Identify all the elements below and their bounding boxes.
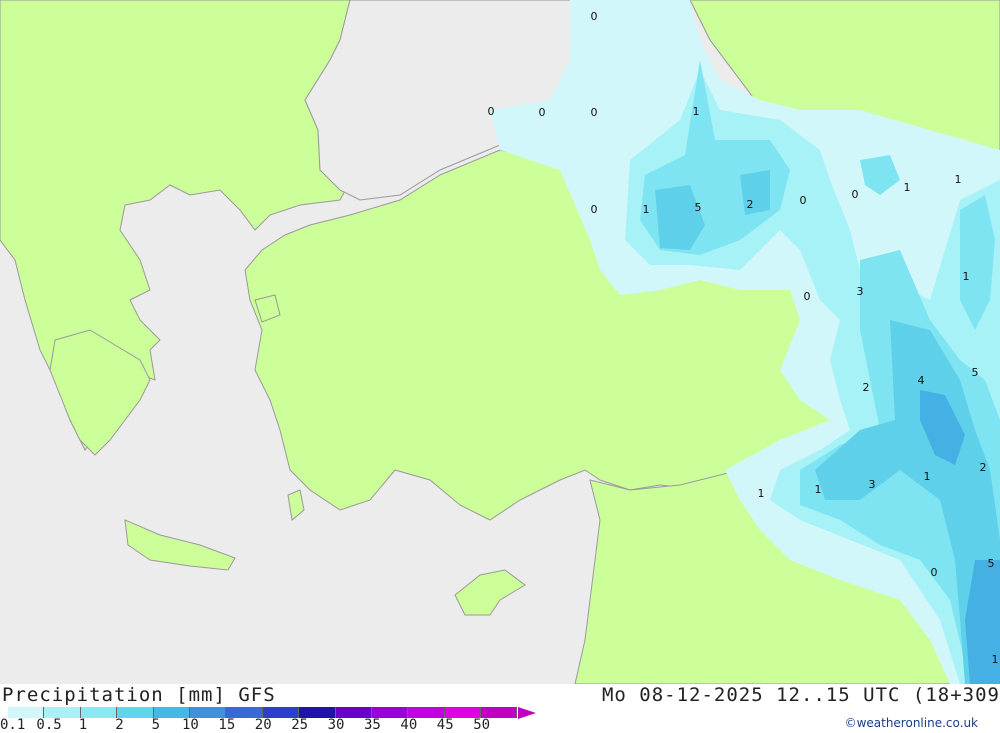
map-value-label: 0 [539, 106, 546, 119]
map-value-label: 1 [758, 487, 765, 500]
map-value-label: 0 [591, 10, 598, 23]
map-value-label: 1 [992, 653, 999, 666]
map-value-label: 0 [591, 203, 598, 216]
legend-tick-label: 10 [182, 717, 199, 733]
map-value-label: 0 [800, 194, 807, 207]
map-value-label: 0 [591, 106, 598, 119]
legend-tick-label: 40 [400, 717, 418, 733]
map-value-label: 1 [924, 470, 931, 483]
map-value-label: 1 [643, 203, 650, 216]
map-value-label: 5 [695, 201, 702, 214]
map-value-label: 4 [918, 374, 925, 387]
legend-tick-label: 1 [78, 717, 88, 733]
legend-tick-label: 0.5 [36, 717, 62, 733]
map-value-label: 1 [815, 483, 822, 496]
precipitation-map: 0 0 0 0 1 0 1 5 2 0 0 1 1 3 0 1 2 4 5 3 1 1 1 2 0 5 1 [0, 0, 1000, 684]
map-value-label: 1 [955, 173, 962, 186]
map-value-label: 1 [904, 181, 911, 194]
map-value-label: 3 [869, 478, 876, 491]
map-value-label: 3 [857, 285, 864, 298]
map-value-label: 1 [693, 105, 700, 118]
legend-tick-label: 50 [473, 717, 491, 733]
legend-tick-label: 15 [218, 717, 236, 733]
map-value-label: 5 [972, 366, 979, 379]
legend-ticks: 0.1 0.5 1 2 5 10 15 20 25 30 35 40 45 50 [0, 717, 520, 733]
chart-title: Precipitation [mm] GFS [2, 684, 276, 706]
legend-tick-label: 0.1 [0, 717, 26, 733]
footer-panel: Precipitation [mm] GFS Mo 08-12-2025 12.… [0, 684, 1000, 733]
map-value-label: 1 [963, 270, 970, 283]
legend-tick-label: 45 [436, 717, 454, 733]
map-value-label: 0 [852, 188, 859, 201]
map-value-label: 0 [931, 566, 938, 579]
legend-arrow-icon [518, 707, 536, 719]
map-value-label: 0 [488, 105, 495, 118]
map-value-label: 2 [863, 381, 870, 394]
run-timestamp: Mo 08-12-2025 12..15 UTC (18+309 [601, 684, 1000, 706]
map-value-label: 2 [747, 198, 754, 211]
legend-tick-label: 35 [364, 717, 381, 733]
legend-tick-label: 2 [115, 717, 124, 733]
map-value-label: 5 [988, 557, 995, 570]
credit-link[interactable]: ©weatheronline.co.uk [845, 716, 978, 730]
legend-tick-label: 20 [254, 717, 272, 733]
map-value-label: 0 [804, 290, 811, 303]
legend-tick-label: 5 [151, 717, 161, 733]
map-value-label: 2 [980, 461, 987, 474]
legend-tick-label: 25 [291, 717, 309, 733]
legend-tick-label: 30 [327, 717, 345, 733]
